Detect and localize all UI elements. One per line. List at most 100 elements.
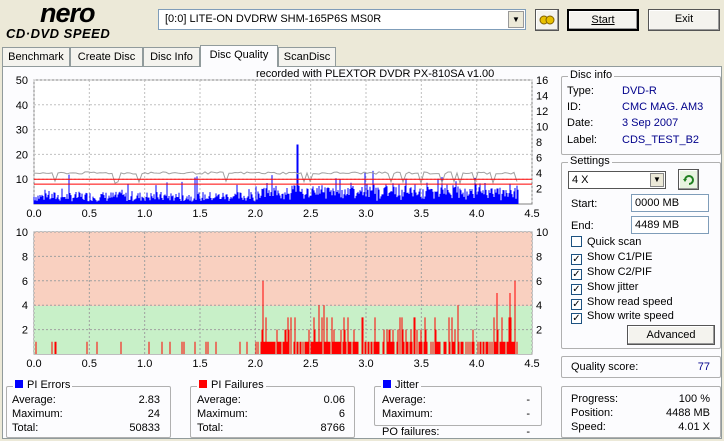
x-tick-label: 1.0 (137, 208, 152, 220)
pi-failures-y-left-ticks: 2 4 6 8 10 (16, 227, 28, 337)
y-tick-label: 2 (22, 325, 28, 337)
x-tick-label: 4.0 (469, 208, 484, 220)
pi-failures-high-zone (34, 232, 532, 306)
disc-id-value: CMC MAG. AM3 (622, 101, 704, 113)
pi-failures-average-label: Average: (197, 394, 241, 406)
y-tick-label: 4 (22, 300, 28, 312)
y-tick-label: 6 (536, 153, 542, 165)
pi-errors-y-right-ticks: 2 4 6 8 10 12 14 16 (536, 75, 548, 196)
x-tick-label: 3.5 (414, 358, 429, 370)
speed-select[interactable]: 4 X ▼ (568, 171, 666, 189)
tab-disc-quality[interactable]: Disc Quality (200, 45, 278, 67)
start-field[interactable]: 0000 MB (631, 194, 709, 212)
checkbox-box[interactable] (571, 236, 582, 247)
start-field-label: Start: (571, 198, 598, 210)
y-tick-label: 10 (16, 174, 28, 186)
checkmark-icon[interactable]: ✓ (571, 284, 582, 295)
x-tick-label: 2.0 (248, 208, 263, 220)
y-tick-label: 50 (16, 75, 28, 87)
y-tick-label: 20 (16, 149, 28, 161)
pi-failures-title: PI Failures (197, 379, 266, 391)
speed-value: 4.01 X (678, 421, 710, 433)
x-tick-label: 1.0 (137, 358, 152, 370)
checkmark-icon[interactable]: ✓ (571, 254, 582, 265)
x-tick-label: 4.5 (524, 208, 539, 220)
disc-id-label: ID: (567, 101, 582, 113)
quick-scan-checkbox[interactable]: Quick scan (571, 236, 641, 248)
y-tick-label: 2 (536, 325, 542, 337)
checkmark-icon[interactable]: ✓ (571, 313, 582, 324)
chevron-down-icon[interactable]: ▼ (650, 173, 664, 187)
x-tick-label: 3.0 (358, 208, 373, 220)
show-write-speed-checkbox[interactable]: ✓ Show write speed (571, 310, 674, 324)
quality-score-label: Quality score: (571, 361, 639, 373)
pi-errors-x-ticks: 0.0 0.5 1.0 1.5 2.0 2.5 3.0 3.5 4.0 4.5 (26, 208, 539, 220)
y-tick-label: 14 (536, 91, 548, 103)
jitter-maximum-value: - (526, 408, 530, 420)
pi-failures-maximum-value: 6 (338, 408, 345, 420)
show-read-speed-checkbox[interactable]: ✓ Show read speed (571, 296, 673, 310)
x-tick-label: 3.0 (358, 358, 373, 370)
progress-value: 100 % (678, 393, 710, 405)
x-tick-label: 0.0 (26, 208, 41, 220)
pi-errors-average-value: 2.83 (138, 394, 160, 406)
checkmark-icon[interactable]: ✓ (571, 269, 582, 280)
speed-select-value: 4 X (572, 174, 589, 186)
x-tick-label: 0.5 (82, 358, 97, 370)
po-failures-value: - (526, 426, 530, 438)
x-tick-label: 1.5 (192, 358, 207, 370)
checkmark-icon[interactable]: ✓ (571, 299, 582, 310)
jitter-average-label: Average: (382, 394, 426, 406)
checkbox-label: Show read speed (587, 296, 673, 308)
x-tick-label: 0.5 (82, 208, 97, 220)
blue-square-icon (15, 380, 23, 388)
show-c2-pif-checkbox[interactable]: ✓ Show C2/PIF (571, 266, 652, 280)
y-tick-label: 8 (22, 251, 28, 263)
position-value: 4488 MB (665, 407, 710, 419)
po-failures-label: PO failures: (382, 426, 440, 438)
show-jitter-checkbox[interactable]: ✓ Show jitter (571, 281, 638, 295)
settings-title: Settings (568, 155, 612, 167)
jitter-title: Jitter (381, 379, 421, 391)
pi-failures-maximum-label: Maximum: (197, 408, 248, 420)
red-square-icon (199, 380, 207, 388)
x-tick-label: 2.5 (303, 358, 318, 370)
jitter-average-value: - (526, 394, 530, 406)
pi-errors-total-value: 50833 (129, 422, 160, 434)
y-tick-label: 4 (536, 168, 542, 180)
checkbox-label: Quick scan (587, 236, 642, 248)
y-tick-label: 2 (536, 184, 542, 196)
end-field[interactable]: 4489 MB (631, 216, 709, 234)
y-tick-label: 8 (536, 137, 542, 149)
end-field-label: End: (571, 220, 594, 232)
y-tick-label: 6 (536, 276, 542, 288)
y-tick-label: 40 (16, 100, 28, 112)
x-tick-label: 4.5 (524, 358, 539, 370)
disc-label-label: Label: (567, 134, 597, 146)
advanced-button[interactable]: Advanced (627, 325, 715, 345)
y-tick-label: 10 (536, 227, 548, 239)
pi-errors-plot-area (33, 79, 533, 205)
y-tick-label: 16 (536, 75, 548, 87)
disc-info-title: Disc info (568, 69, 615, 81)
quality-score-value: 77 (697, 361, 710, 373)
pi-failures-y-right-ticks: 2 4 6 8 10 (536, 227, 548, 337)
y-tick-label: 6 (22, 276, 28, 288)
checkbox-label: Show C2/PIF (587, 266, 652, 278)
pi-errors-maximum-label: Maximum: (12, 408, 63, 420)
y-tick-label: 4 (536, 300, 542, 312)
speed-label: Speed: (571, 421, 606, 433)
disc-label-value: CDS_TEST_B2 (622, 134, 700, 146)
speed-refresh-button[interactable] (678, 169, 699, 190)
position-label: Position: (571, 407, 614, 419)
show-c1-pie-checkbox[interactable]: ✓ Show C1/PIE (571, 251, 652, 265)
pi-errors-average-label: Average: (12, 394, 56, 406)
checkbox-label: Show write speed (587, 310, 674, 322)
blue-square-icon (383, 380, 391, 388)
y-tick-label: 10 (536, 122, 548, 134)
checkbox-label: Show C1/PIE (587, 251, 653, 263)
x-tick-label: 0.0 (26, 358, 41, 370)
checkbox-label: Show jitter (587, 281, 639, 293)
pi-errors-y-left-ticks: 10 20 30 40 50 (16, 75, 28, 186)
pi-failures-average-value: 0.06 (323, 394, 345, 406)
